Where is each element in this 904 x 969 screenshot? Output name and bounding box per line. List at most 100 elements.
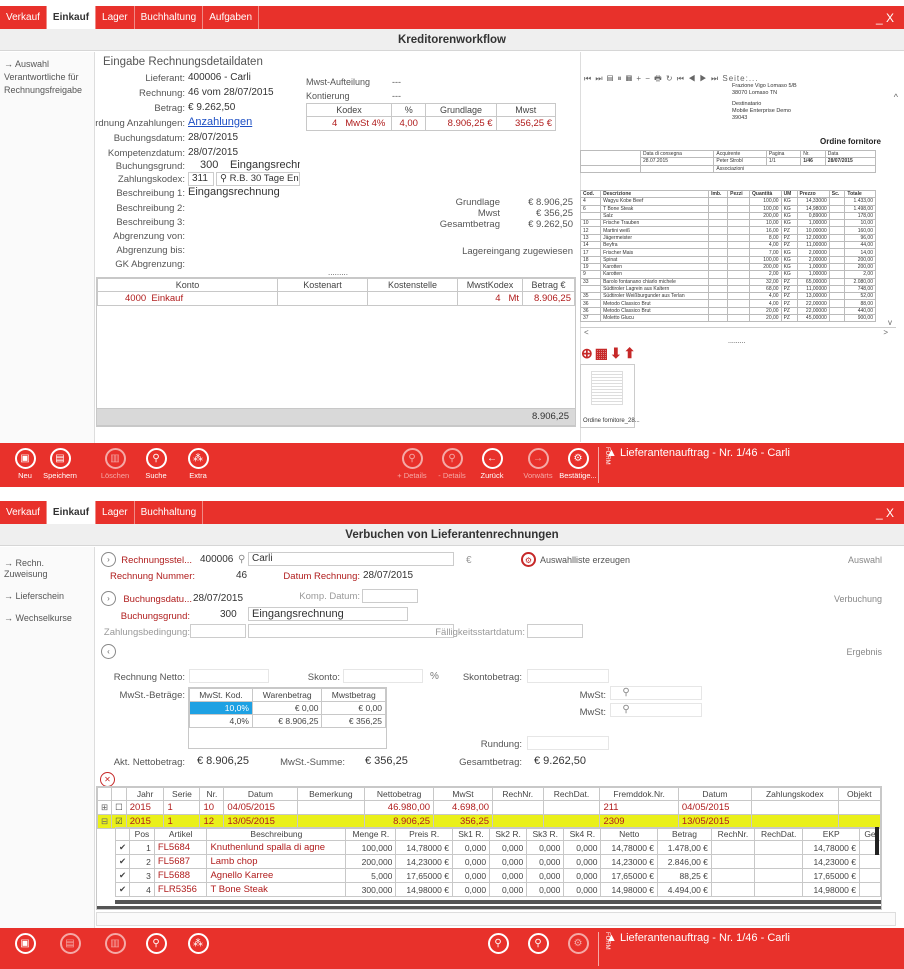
- grid-col-header[interactable]: Fremddok.Nr.: [599, 787, 679, 801]
- sub-col-header[interactable]: Beschreibung: [206, 827, 347, 841]
- search-icon[interactable]: ⚲: [238, 554, 245, 565]
- confirm-button[interactable]: ⚙ Bestätige...: [558, 448, 598, 480]
- hscrollbar-outer[interactable]: [97, 906, 881, 909]
- table-row[interactable]: ✔ 3 FL5688 Agnello Karree 5,000 17,65000 €0,0…: [114, 868, 881, 883]
- new-button[interactable]: ▣ Neu: [5, 448, 45, 480]
- menu-aufgaben[interactable]: Aufgaben: [203, 6, 260, 29]
- row-checkbox[interactable]: ✔: [114, 882, 131, 897]
- nav-auswahl[interactable]: → Auswahl: [0, 58, 94, 71]
- zahlungskodex-code-input[interactable]: 311: [188, 172, 214, 186]
- new-button[interactable]: ▣: [5, 933, 45, 956]
- grid-col-header[interactable]: Jahr: [125, 787, 165, 801]
- nav-wechselkurse[interactable]: → Wechselkurse: [0, 612, 94, 625]
- menu-verkauf[interactable]: Verkauf: [0, 6, 47, 29]
- grid-col-header[interactable]: RechNr.: [492, 787, 544, 801]
- table-row[interactable]: ⊞ ☐ 2015 1 10 04/05/2015 46.980,00 4.698,00 211 0…: [97, 800, 881, 815]
- menu-einkauf[interactable]: Einkauf: [46, 501, 97, 524]
- nav-verantwortliche[interactable]: Verantwortliche für: [0, 71, 94, 84]
- details-minus-button[interactable]: ⚲: [518, 933, 558, 956]
- scroll-right-arrow[interactable]: >: [883, 328, 888, 337]
- row-checkbox[interactable]: ✔: [114, 868, 131, 883]
- grid-col-header[interactable]: Nettobetrag: [364, 787, 435, 801]
- auswahlliste-button[interactable]: Auswahlliste erzeugen: [540, 555, 630, 565]
- grid-icon[interactable]: ▦: [595, 345, 610, 361]
- anzahlungen-link[interactable]: Anzahlungen: [188, 116, 252, 128]
- scroll-left-arrow[interactable]: <: [584, 328, 589, 337]
- details-plus-button[interactable]: ⚲ + Details: [392, 448, 432, 480]
- sub-col-header[interactable]: Sk2 R.: [489, 827, 528, 841]
- collapse-verbuchung-icon[interactable]: ›: [101, 591, 116, 606]
- grid-col-header[interactable]: Datum: [223, 787, 298, 801]
- extra-button[interactable]: ⁂ Extra: [178, 448, 218, 480]
- delete-button[interactable]: ▥: [95, 933, 135, 956]
- nav-rechnungsfreigabe[interactable]: Rechnungsfreigabe: [0, 84, 94, 97]
- mwst2-input[interactable]: ⚲: [610, 703, 702, 717]
- menu-einkauf[interactable]: Einkauf: [46, 6, 97, 29]
- table-row[interactable]: ✔ 2 FL5687 Lamb chop 200,000 14,23000 €0,000 0…: [114, 854, 881, 869]
- sub-col-header[interactable]: Pos: [129, 827, 155, 841]
- search-button[interactable]: ⚲ Suche: [136, 448, 176, 480]
- sub-col-header[interactable]: Artikel: [153, 827, 208, 841]
- sub-col-header[interactable]: RechDat.: [753, 827, 804, 841]
- pdf-thumbnail[interactable]: Ordine fornitore_28...: [580, 364, 640, 428]
- splitter-dots[interactable]: .........: [328, 268, 348, 277]
- add-icon[interactable]: ⊕: [581, 345, 595, 361]
- vscrollbar[interactable]: [875, 827, 879, 855]
- sub-col-header[interactable]: Menge R.: [345, 827, 397, 841]
- grid-col-header[interactable]: Datum: [677, 787, 752, 801]
- nav-rechn-zuweisung[interactable]: → Rechn. Zuweisung: [0, 557, 94, 581]
- buchungsgrund-input[interactable]: Eingangsrechnung: [248, 607, 408, 621]
- buchungsdatum-value[interactable]: 28/07/2015: [193, 593, 243, 604]
- nav-lieferschein[interactable]: → Lieferschein: [0, 590, 94, 603]
- save-button[interactable]: ▤: [50, 933, 90, 956]
- collapse-auswahl-icon[interactable]: ›: [101, 552, 116, 567]
- table-row[interactable]: ✔ 1 FL5684 Knuthenlund spalla di agne 100,00…: [114, 840, 881, 855]
- grid-col-header[interactable]: Serie: [163, 787, 201, 801]
- sub-col-header[interactable]: Sk1 R.: [451, 827, 491, 841]
- menu-lager[interactable]: Lager: [96, 501, 135, 524]
- upload-icon[interactable]: ⬆: [624, 345, 638, 361]
- grid-col-header[interactable]: MwSt: [433, 787, 494, 801]
- sub-col-header[interactable]: Sk4 R.: [563, 827, 602, 841]
- buchungsgrund-code[interactable]: 300: [200, 159, 218, 171]
- search-button[interactable]: ⚲: [136, 933, 176, 956]
- sub-col-header[interactable]: RechNr.: [710, 827, 755, 841]
- extra-button[interactable]: ⁂: [178, 933, 218, 956]
- details-minus-button[interactable]: ⚲ - Details: [432, 448, 472, 480]
- forward-button[interactable]: → Vorwärts: [518, 448, 558, 480]
- grid-col-header[interactable]: Objekt: [837, 787, 881, 801]
- grid-col-header[interactable]: Bemerkung: [296, 787, 366, 801]
- table-row[interactable]: 4,0% € 8.906,25 € 356,25: [189, 714, 386, 728]
- table-row[interactable]: 4000 Einkauf 4 Mt 8.906,25: [97, 291, 575, 306]
- komp-datum-input[interactable]: [362, 589, 418, 603]
- sub-col-header[interactable]: Netto: [600, 827, 659, 841]
- hscrollbar-inner[interactable]: [115, 900, 881, 904]
- rechnungsteller-input[interactable]: Carli: [248, 552, 454, 566]
- sub-col-header[interactable]: Sk3 R.: [526, 827, 565, 841]
- zahlungskodex-input[interactable]: ⚲ R.B. 30 Tage Ende: [216, 172, 300, 186]
- confirm-button[interactable]: ⚙: [558, 933, 598, 956]
- window-controls[interactable]: _ X: [876, 11, 894, 25]
- row-checkbox[interactable]: ☐: [111, 800, 127, 815]
- sub-col-header[interactable]: EKP: [802, 827, 860, 841]
- table-row[interactable]: 10,0% € 0,00 € 0,00: [189, 701, 386, 715]
- buchungsgrund-code[interactable]: 300: [220, 609, 237, 620]
- collapse-ergebnis-icon[interactable]: ‹: [101, 644, 116, 659]
- grid-col-header[interactable]: Nr.: [199, 787, 225, 801]
- datum-rechnung-value[interactable]: 28/07/2015: [363, 570, 413, 581]
- menu-verkauf[interactable]: Verkauf: [0, 501, 47, 524]
- save-button[interactable]: ▤ Speichern: [40, 448, 80, 480]
- sub-col-header[interactable]: Betrag: [657, 827, 712, 841]
- search-icon[interactable]: ⚲: [220, 173, 227, 184]
- row-checkbox[interactable]: ✔: [114, 840, 131, 855]
- mwst1-input[interactable]: ⚲: [610, 686, 702, 700]
- buchungsgrund-value[interactable]: Eingangsrechnur: [230, 159, 300, 171]
- window-controls[interactable]: _ X: [876, 506, 894, 520]
- menu-lager[interactable]: Lager: [96, 6, 135, 29]
- menu-buchhaltung[interactable]: Buchhaltung: [135, 501, 204, 524]
- menu-buchhaltung[interactable]: Buchhaltung: [135, 6, 204, 29]
- expand-icon[interactable]: ⊟: [97, 814, 113, 829]
- rechnung-nummer-value[interactable]: 46: [236, 570, 247, 581]
- table-row[interactable]: ✔ 4 FLR5356 T Bone Steak 300,000 14,98000 €0,…: [114, 882, 881, 897]
- faelligkeit-input[interactable]: [527, 624, 583, 638]
